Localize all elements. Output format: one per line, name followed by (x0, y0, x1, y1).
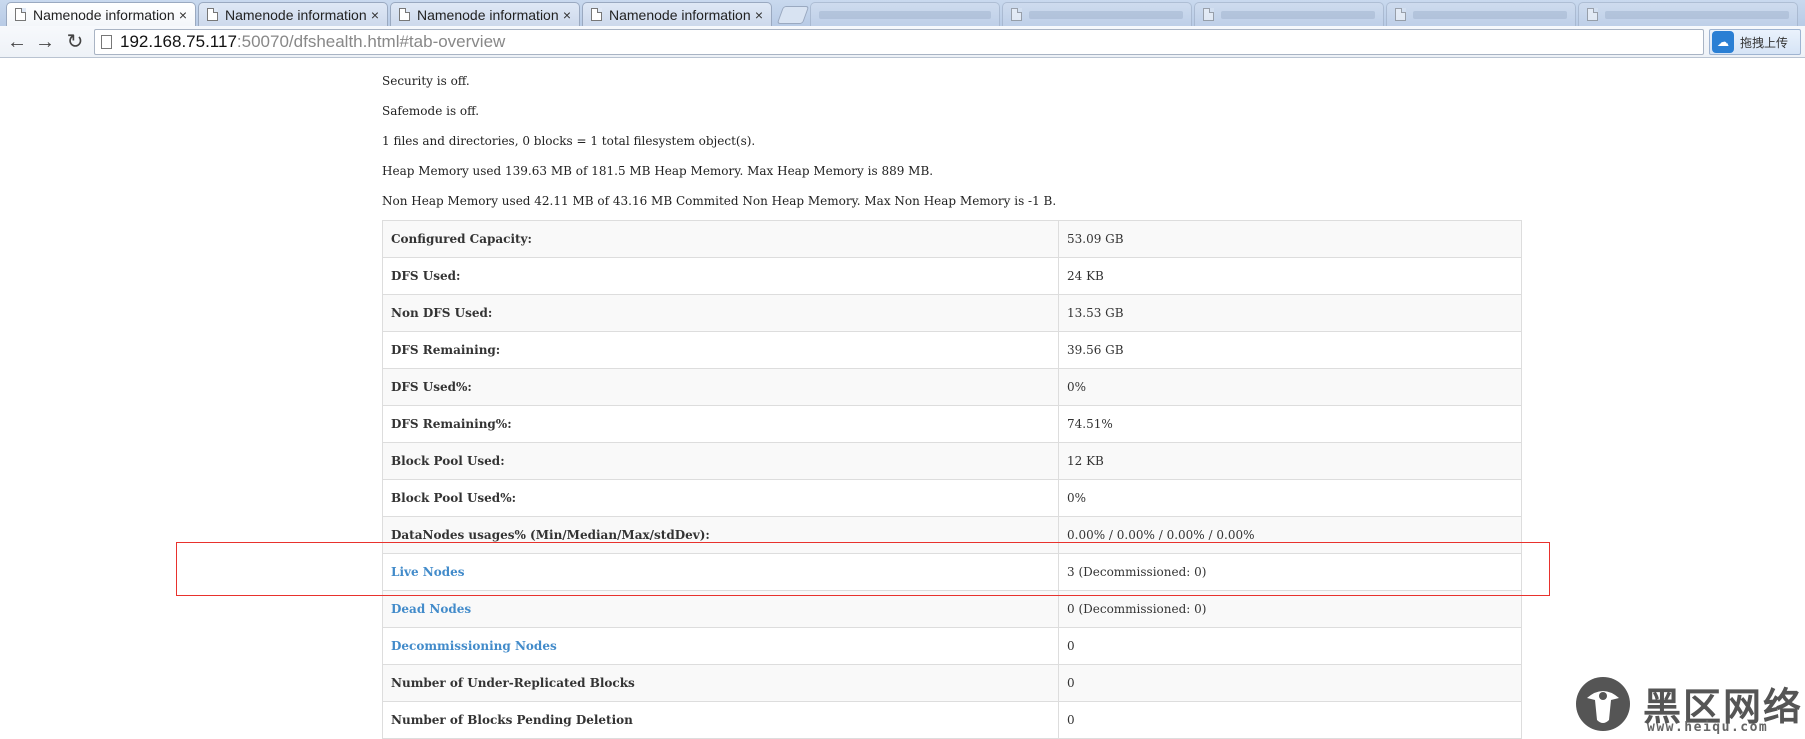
tab-title: Namenode information (417, 6, 559, 23)
table-row: DFS Used: 24 KB (382, 257, 1522, 295)
row-key: Dead Nodes (382, 590, 1059, 628)
forward-arrow-icon[interactable]: → (32, 30, 58, 54)
summary-table: Configured Capacity: 53.09 GB DFS Used: 24… (382, 220, 1522, 739)
row-key: DFS Used: (382, 257, 1059, 295)
row-value: 13.53 GB (1058, 294, 1522, 332)
table-row: DFS Remaining: 39.56 GB (382, 331, 1522, 369)
tab-title: Namenode information (225, 6, 367, 23)
url-path: :50070/dfshealth.html#tab-overview (236, 32, 506, 51)
row-value: 53.09 GB (1058, 220, 1522, 258)
non-heap-memory: Non Heap Memory used 42.11 MB of 43.16 M… (382, 194, 1057, 208)
tab-title: Namenode information (609, 6, 751, 23)
table-row: DFS Used%: 0% (382, 368, 1522, 406)
row-key: Block Pool Used: (382, 442, 1059, 480)
table-row: Decommissioning Nodes 0 (382, 627, 1522, 665)
browser-tab-4[interactable]: Namenode information × (582, 2, 772, 26)
row-value: 0 (Decommissioned: 0) (1058, 590, 1522, 628)
row-value: 0.00% / 0.00% / 0.00% / 0.00% (1058, 516, 1522, 554)
table-row: Live Nodes 3 (Decommissioned: 0) (382, 553, 1522, 591)
watermark-logo-icon (1576, 677, 1630, 731)
row-key: Live Nodes (382, 553, 1059, 591)
table-row: Number of Blocks Pending Deletion 0 (382, 701, 1522, 739)
browser-tab-blurred[interactable] (1194, 2, 1384, 26)
table-row: DataNodes usages% (Min/Median/Max/stdDev… (382, 516, 1522, 554)
browser-toolbar: ← → ↻ 192.168.75.117:50070/dfshealth.htm… (0, 26, 1805, 58)
page-icon (15, 8, 26, 21)
new-tab-button[interactable] (776, 6, 810, 24)
row-value: 0 (1058, 627, 1522, 665)
row-value: 74.51% (1058, 405, 1522, 443)
close-icon[interactable]: × (755, 7, 763, 23)
url-host: 192.168.75.117 (120, 32, 237, 51)
row-value: 39.56 GB (1058, 331, 1522, 369)
browser-tab-2[interactable]: Namenode information × (198, 2, 388, 26)
table-row: Block Pool Used: 12 KB (382, 442, 1522, 480)
browser-tab-blurred[interactable] (1578, 2, 1798, 26)
page-icon (1395, 8, 1406, 21)
browser-tab-blurred[interactable] (1386, 2, 1576, 26)
blurred-tab-title (1413, 10, 1567, 19)
page-icon (1587, 8, 1598, 21)
row-value: 0 (1058, 701, 1522, 739)
browser-tab-blurred[interactable] (810, 2, 1000, 26)
row-value: 24 KB (1058, 257, 1522, 295)
close-icon[interactable]: × (179, 7, 187, 23)
tab-title: Namenode information (33, 6, 175, 23)
row-key: DFS Remaining%: (382, 405, 1059, 443)
table-row: Block Pool Used%: 0% (382, 479, 1522, 517)
filesystem-objects: 1 files and directories, 0 blocks = 1 to… (382, 134, 756, 148)
browser-tab-1[interactable]: Namenode information × (6, 2, 196, 26)
row-key: Number of Blocks Pending Deletion (382, 701, 1059, 739)
dead-nodes-link[interactable]: Dead Nodes (391, 602, 471, 616)
table-row: Non DFS Used: 13.53 GB (382, 294, 1522, 332)
extension-label: 拖拽上传 (1740, 35, 1789, 50)
cloud-upload-icon: ☁ (1712, 31, 1734, 53)
row-value: 12 KB (1058, 442, 1522, 480)
row-key: DFS Remaining: (382, 331, 1059, 369)
row-value: 3 (Decommissioned: 0) (1058, 553, 1522, 591)
row-key: Number of Under-Replicated Blocks (382, 664, 1059, 702)
row-value: 0% (1058, 368, 1522, 406)
security-status: Security is off. (382, 74, 470, 88)
page-icon (1011, 8, 1022, 21)
tab-strip: Namenode information × Namenode informat… (0, 0, 1805, 26)
table-row: Configured Capacity: 53.09 GB (382, 220, 1522, 258)
row-value: 0% (1058, 479, 1522, 517)
back-arrow-icon[interactable]: ← (4, 30, 30, 54)
browser-tab-blurred[interactable] (1002, 2, 1192, 26)
page-icon (399, 8, 410, 21)
close-icon[interactable]: × (371, 7, 379, 23)
page-icon (1203, 8, 1214, 21)
blurred-tab-title (1029, 10, 1183, 19)
page-icon (591, 8, 602, 21)
browser-tab-3[interactable]: Namenode information × (390, 2, 580, 26)
blurred-tab-title (1605, 10, 1789, 19)
row-value: 0 (1058, 664, 1522, 702)
address-bar[interactable]: 192.168.75.117:50070/dfshealth.html#tab-… (94, 29, 1704, 55)
decommissioning-nodes-link[interactable]: Decommissioning Nodes (391, 639, 557, 653)
blurred-tab-title (819, 10, 991, 19)
live-nodes-link[interactable]: Live Nodes (391, 565, 465, 579)
close-icon[interactable]: × (563, 7, 571, 23)
site-watermark: 黑区网络 www.heiqu.com (1573, 672, 1805, 739)
table-row: Dead Nodes 0 (Decommissioned: 0) (382, 590, 1522, 628)
row-key: DFS Used%: (382, 368, 1059, 406)
safemode-status: Safemode is off. (382, 104, 480, 118)
blurred-tab-title (1221, 10, 1375, 19)
watermark-url: www.heiqu.com (1647, 720, 1769, 735)
row-key: Decommissioning Nodes (382, 627, 1059, 665)
reload-icon[interactable]: ↻ (62, 30, 88, 54)
row-key: Block Pool Used%: (382, 479, 1059, 517)
row-key: Configured Capacity: (382, 220, 1059, 258)
row-key: DataNodes usages% (Min/Median/Max/stdDev… (382, 516, 1059, 554)
page-icon (207, 8, 218, 21)
row-key: Non DFS Used: (382, 294, 1059, 332)
table-row: Number of Under-Replicated Blocks 0 (382, 664, 1522, 702)
upload-extension-button[interactable]: ☁ 拖拽上传 (1709, 29, 1801, 55)
page-icon (101, 35, 112, 49)
heap-memory: Heap Memory used 139.63 MB of 181.5 MB H… (382, 164, 934, 178)
table-row: DFS Remaining%: 74.51% (382, 405, 1522, 443)
